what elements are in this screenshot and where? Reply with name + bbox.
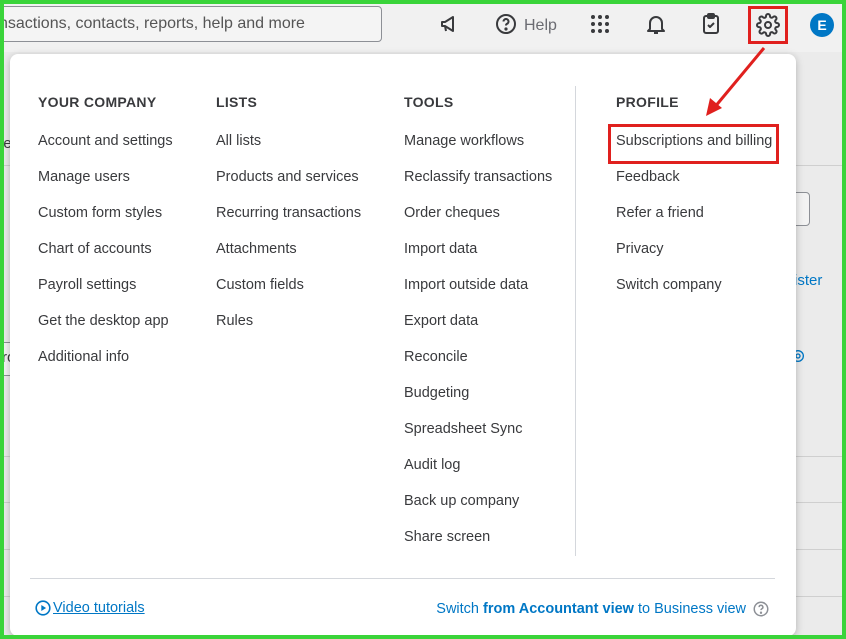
menu-item-account-and-settings[interactable]: Account and settings [38,132,173,168]
menu-item-custom-form-styles[interactable]: Custom form styles [38,204,173,240]
your-company-heading: YOUR COMPANY [38,94,157,110]
highlight-box [608,124,779,164]
megaphone-icon[interactable] [438,12,462,36]
menu-item-additional-info[interactable]: Additional info [38,348,173,384]
column-divider [575,86,576,556]
menu-item-refer-a-friend[interactable]: Refer a friend [616,204,772,240]
menu-item-export-data[interactable]: Export data [404,312,552,348]
help-icon[interactable] [494,12,518,36]
menu-item-budgeting[interactable]: Budgeting [404,384,552,420]
menu-item-chart-of-accounts[interactable]: Chart of accounts [38,240,173,276]
settings-dropdown-menu: YOUR COMPANY Account and settings Manage… [10,54,796,635]
menu-item-manage-users[interactable]: Manage users [38,168,173,204]
settings-gear-button[interactable] [748,6,788,44]
video-tutorials-link[interactable]: Video tutorials [35,600,145,616]
menu-item-import-outside-data[interactable]: Import outside data [404,276,552,312]
task-clipboard-icon[interactable] [699,12,723,36]
menu-item-reconcile[interactable]: Reconcile [404,348,552,384]
tools-column: TOOLS Manage workflows Reclassify transa… [404,94,552,564]
menu-item-payroll-settings[interactable]: Payroll settings [38,276,173,312]
switch-view-link[interactable]: Switch from Accountant view to Business … [436,600,770,618]
menu-item-recurring-transactions[interactable]: Recurring transactions [216,204,361,240]
menu-item-switch-company[interactable]: Switch company [616,276,772,312]
menu-item-back-up-company[interactable]: Back up company [404,492,552,528]
video-tutorials-label[interactable]: Video tutorials [53,600,145,616]
menu-item-privacy[interactable]: Privacy [616,240,772,276]
top-bar: nsactions, contacts, reports, help and m… [4,4,842,52]
menu-item-attachments[interactable]: Attachments [216,240,361,276]
menu-item-products-and-services[interactable]: Products and services [216,168,361,204]
menu-item-audit-log[interactable]: Audit log [404,456,552,492]
switch-view-bold[interactable]: from Accountant view [483,601,634,617]
menu-item-feedback[interactable]: Feedback [616,168,772,204]
apps-grid-icon[interactable] [588,12,612,36]
gear-icon [756,13,780,37]
help-label[interactable]: Help [524,17,557,35]
tools-heading: TOOLS [404,94,454,110]
question-icon[interactable] [752,600,770,618]
search-input[interactable]: nsactions, contacts, reports, help and m… [4,6,382,42]
menu-item-order-cheques[interactable]: Order cheques [404,204,552,240]
menu-item-get-desktop-app[interactable]: Get the desktop app [38,312,173,348]
menu-item-rules[interactable]: Rules [216,312,361,348]
background-link-fragment: ister [794,272,823,289]
menu-item-share-screen[interactable]: Share screen [404,528,552,564]
menu-item-reclassify-transactions[interactable]: Reclassify transactions [404,168,552,204]
menu-item-all-lists[interactable]: All lists [216,132,361,168]
lists-heading: LISTS [216,94,258,110]
profile-heading: PROFILE [616,94,679,110]
bell-icon[interactable] [644,12,668,36]
your-company-column: YOUR COMPANY Account and settings Manage… [38,94,173,384]
menu-item-manage-workflows[interactable]: Manage workflows [404,132,552,168]
menu-item-spreadsheet-sync[interactable]: Spreadsheet Sync [404,420,552,456]
menu-item-import-data[interactable]: Import data [404,240,552,276]
switch-view-prefix[interactable]: Switch [436,601,483,617]
play-circle-icon [35,600,51,616]
avatar[interactable]: E [810,13,834,37]
lists-column: LISTS All lists Products and services Re… [216,94,361,348]
menu-item-custom-fields[interactable]: Custom fields [216,276,361,312]
footer-divider [30,578,775,579]
switch-view-suffix[interactable]: to Business view [634,601,746,617]
app-window: nsactions, contacts, reports, help and m… [4,4,842,635]
